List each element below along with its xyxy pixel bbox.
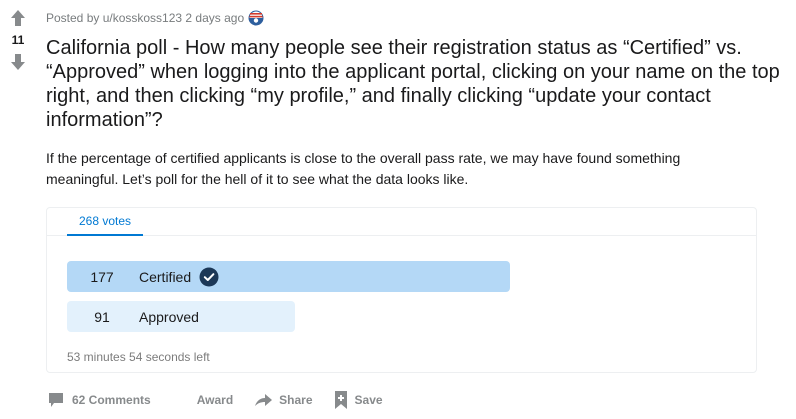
award-label: Award	[196, 393, 234, 407]
checkmark-circle-icon	[199, 267, 219, 287]
share-button[interactable]: Share	[253, 388, 313, 412]
downvote-arrow-icon	[11, 54, 25, 70]
save-button[interactable]: Save	[333, 388, 383, 412]
comment-bubble-icon	[46, 390, 66, 410]
poll-widget: 268 votes 177 Certified 91 Approved 53 m…	[46, 207, 757, 373]
poll-time-remaining: 53 minutes 54 seconds left	[67, 350, 210, 364]
post-meta: Posted by u/kosskoss123 2 days ago	[46, 10, 786, 26]
bookmark-plus-icon	[333, 390, 349, 410]
flair-badge-icon	[248, 10, 264, 26]
vote-column: 11	[0, 8, 36, 72]
share-label: Share	[279, 393, 313, 407]
poll-tab-bar: 268 votes	[47, 208, 756, 236]
option-vote-count: 177	[90, 268, 114, 285]
post-body: If the percentage of certified applicant…	[46, 150, 681, 187]
poll-option-certified: 177 Certified	[67, 261, 510, 292]
post-action-bar: 62 Comments Award Share Save	[46, 387, 403, 413]
post-byline[interactable]: Posted by u/kosskoss123 2 days ago	[46, 11, 244, 25]
comments-label: 62 Comments	[72, 393, 151, 407]
option-vote-count: 91	[94, 308, 110, 325]
post-title[interactable]: California poll - How many people see th…	[46, 36, 781, 132]
post-content: Posted by u/kosskoss123 2 days ago Calif…	[46, 0, 786, 190]
option-label: Approved	[139, 308, 199, 325]
tab-votes[interactable]: 268 votes	[67, 208, 143, 236]
downvote-button[interactable]	[8, 52, 28, 72]
comments-button[interactable]: 62 Comments	[46, 388, 151, 412]
option-label: Certified	[139, 268, 192, 285]
upvote-button[interactable]	[8, 8, 28, 28]
save-label: Save	[354, 393, 383, 407]
award-button[interactable]: Award	[197, 388, 233, 412]
upvote-arrow-icon	[11, 10, 25, 26]
share-arrow-icon	[253, 390, 273, 410]
vote-score: 11	[11, 33, 25, 47]
poll-option-approved: 91 Approved	[67, 301, 295, 332]
